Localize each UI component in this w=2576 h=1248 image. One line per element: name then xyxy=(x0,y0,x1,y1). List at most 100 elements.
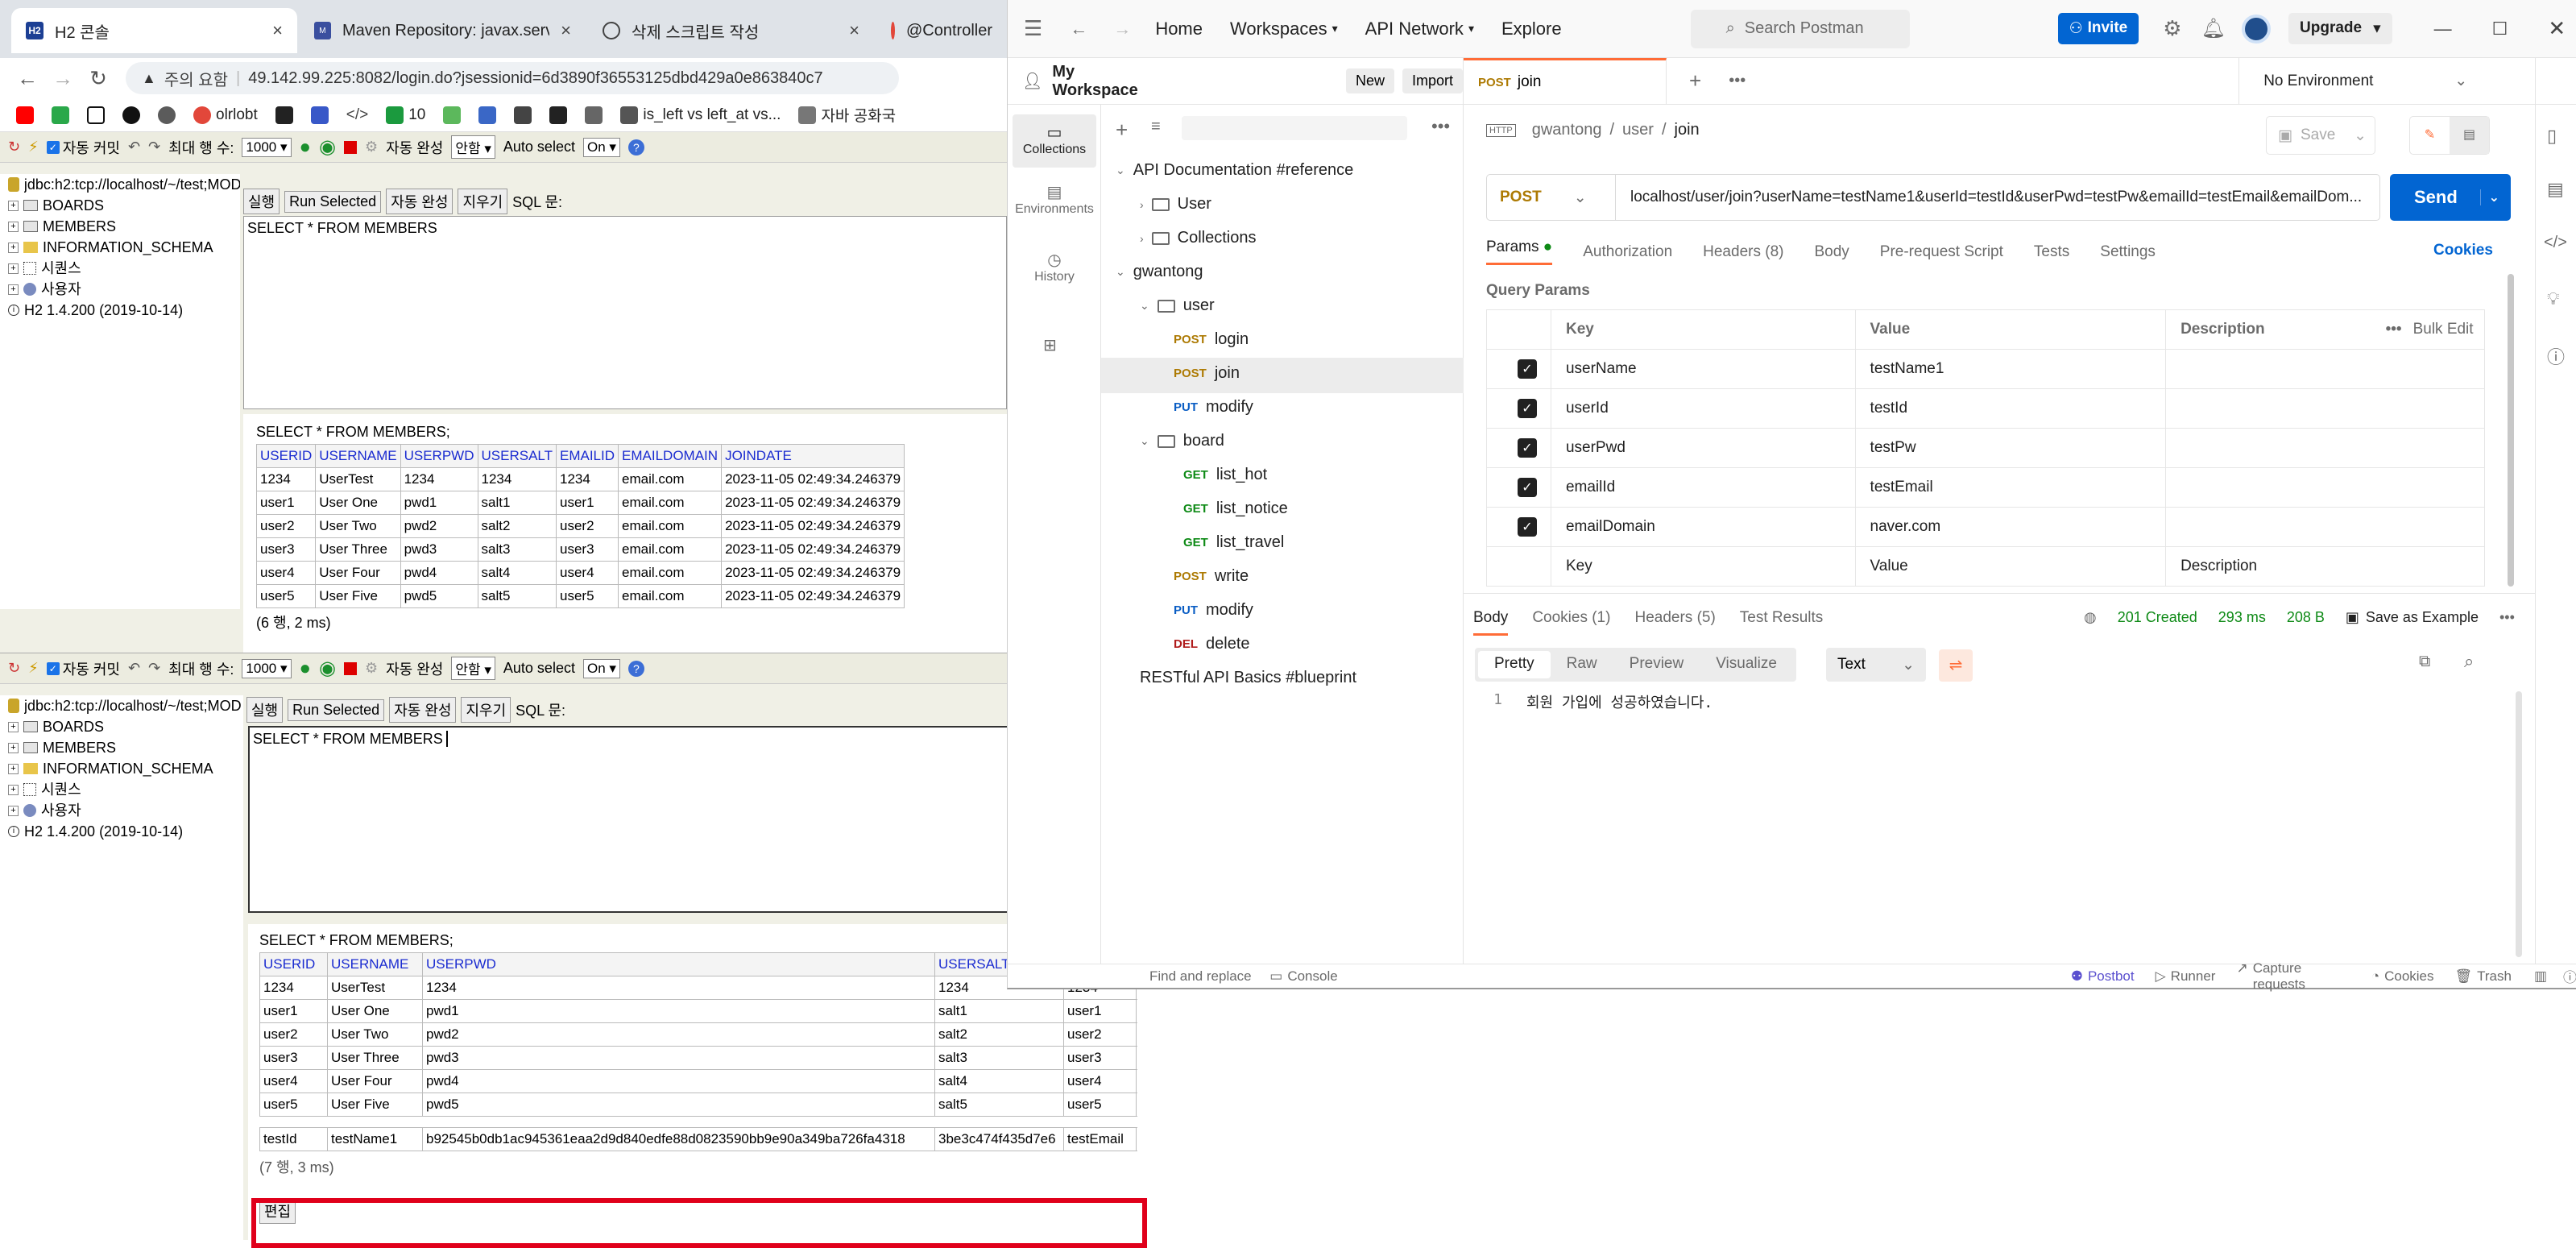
forward-icon[interactable]: → xyxy=(45,66,81,91)
method-select[interactable]: POST ⌄ xyxy=(1487,175,1616,220)
forward-arrow-icon[interactable]: → xyxy=(1113,19,1131,39)
tree-boards[interactable]: + BOARDS xyxy=(8,195,240,216)
param-value[interactable]: testName1 xyxy=(1854,349,2167,389)
tab-settings[interactable]: Settings xyxy=(2100,243,2156,261)
param-key[interactable]: emailDomain xyxy=(1550,507,1856,547)
param-value[interactable]: naver.com xyxy=(1854,507,2167,547)
nav-api-network[interactable]: API Network ▾ xyxy=(1365,19,1474,39)
code-icon[interactable]: </> xyxy=(2544,234,2567,252)
run-button[interactable]: 실행 xyxy=(243,189,280,214)
new-button[interactable]: New xyxy=(1345,68,1394,93)
bookmark-s-icon[interactable] xyxy=(310,106,329,124)
github-icon[interactable] xyxy=(122,106,140,124)
bookmark-dark-icon[interactable] xyxy=(275,106,293,124)
wrap-lines-icon[interactable]: ⇌ xyxy=(1939,649,1973,682)
tab-pre-request[interactable]: Pre-request Script xyxy=(1880,243,2003,261)
bookmark-olrlobt[interactable]: olrlobt xyxy=(193,106,258,124)
autoselect-select[interactable]: On ▾ xyxy=(582,137,620,157)
find-replace-link[interactable]: Find and replace xyxy=(1149,968,1257,985)
params-scrollbar[interactable] xyxy=(2508,274,2514,587)
resp-tab-body[interactable]: Body xyxy=(1473,609,1509,636)
bookmark-green-icon[interactable] xyxy=(52,106,69,124)
runner-link[interactable]: ▷ Runner xyxy=(2156,968,2216,985)
nav-home[interactable]: Home xyxy=(1155,19,1203,39)
jdbc-connection[interactable]: jdbc:h2:tcp://localhost/~/test;MOD xyxy=(8,695,243,716)
tree-list-travel[interactable]: GET list_travel xyxy=(1183,533,1284,552)
rail-history[interactable]: ◷ History xyxy=(1013,250,1096,298)
console-link[interactable]: ▭ Console xyxy=(1269,968,1337,985)
maxrows-select[interactable]: 1000 ▾ xyxy=(242,658,292,678)
tree-modify2[interactable]: PUT modify xyxy=(1174,601,1253,620)
tab-controller[interactable]: @Controller xyxy=(876,8,1007,53)
capture-link[interactable]: ↗ Capture requests xyxy=(2236,960,2350,993)
tab-h2-console[interactable]: H2 H2 콘솔 × xyxy=(11,8,297,53)
resp-tab-test-results[interactable]: Test Results xyxy=(1740,609,1823,636)
resp-tab-headers[interactable]: Headers (5) xyxy=(1634,609,1715,636)
tree-information-schema[interactable]: + INFORMATION_SCHEMA xyxy=(8,237,240,258)
clear-button[interactable]: 지우기 xyxy=(458,189,508,214)
minimize-icon[interactable]: — xyxy=(2434,19,2452,39)
format-select[interactable]: Text ⌄ xyxy=(1826,648,1926,682)
response-size[interactable]: 208 B xyxy=(2287,609,2325,626)
column-header[interactable]: EMAILDOMAIN xyxy=(618,444,723,468)
param-description[interactable] xyxy=(2165,349,2485,389)
connect-icon[interactable]: ⚡ xyxy=(28,139,39,155)
more-icon[interactable]: ••• xyxy=(1431,116,1450,137)
tree-modify[interactable]: PUT modify xyxy=(1174,398,1253,417)
response-time[interactable]: 293 ms xyxy=(2218,609,2266,626)
globe-icon[interactable]: ◍ xyxy=(2084,609,2097,626)
tree-members[interactable]: + MEMBERS xyxy=(8,216,240,237)
param-value[interactable]: testEmail xyxy=(1854,467,2167,508)
tab-params[interactable]: Params ● xyxy=(1486,238,1553,265)
environment-select[interactable]: No Environment ⌄ xyxy=(2238,57,2499,105)
trash-link[interactable]: 🗑︎ Trash xyxy=(2455,968,2512,985)
refresh-icon[interactable]: ↻ xyxy=(8,660,20,677)
column-header[interactable]: USERPWD xyxy=(422,952,935,976)
rail-collections[interactable]: ▭ Collections xyxy=(1013,114,1096,168)
resp-tab-cookies[interactable]: Cookies (1) xyxy=(1532,609,1610,636)
run-selected-icon[interactable]: ◉ xyxy=(319,657,336,680)
param-description[interactable] xyxy=(2165,507,2485,547)
tree-list-notice[interactable]: GET list_notice xyxy=(1183,500,1288,518)
run-selected-icon[interactable]: ◉ xyxy=(319,135,336,159)
add-icon[interactable]: + xyxy=(1116,118,1128,143)
run-selected-button[interactable]: Run Selected xyxy=(284,190,382,213)
new-description-input[interactable]: Description xyxy=(2165,546,2485,587)
documentation-icon[interactable]: ▯ xyxy=(2547,126,2557,147)
param-checkbox[interactable]: ✓ xyxy=(1518,478,1537,497)
tree-user[interactable]: › User xyxy=(1140,195,1211,214)
param-checkbox[interactable]: ✓ xyxy=(1518,359,1537,379)
lightbulb-icon[interactable]: 💡︎ xyxy=(2547,288,2559,309)
tree-collections[interactable]: › Collections xyxy=(1140,229,1257,247)
more-icon[interactable]: ••• xyxy=(2499,609,2515,626)
save-example-button[interactable]: ▣ Save as Example xyxy=(2346,609,2479,626)
rollback-icon[interactable]: ↶ xyxy=(128,660,140,677)
tree-sequences[interactable]: + 시퀀스 xyxy=(8,779,243,800)
tree-sequences[interactable]: + 시퀀스 xyxy=(8,258,240,279)
save-button[interactable]: ▣ Save ⌄ xyxy=(2266,116,2375,155)
import-button[interactable]: Import xyxy=(1402,68,1463,93)
tab-authorization[interactable]: Authorization xyxy=(1583,243,1672,261)
tree-join[interactable]: POST join xyxy=(1174,364,1240,383)
autocommit-toggle[interactable]: ✓ 자동 커밋 xyxy=(46,137,120,158)
bulk-edit-link[interactable]: Bulk Edit xyxy=(2413,321,2474,338)
footer-cookies-link[interactable]: ◔ Cookies xyxy=(2371,968,2434,985)
param-checkbox[interactable]: ✓ xyxy=(1518,438,1537,458)
settings-icon[interactable]: ⚙ xyxy=(2163,16,2181,41)
avatar[interactable] xyxy=(2242,14,2272,44)
param-checkbox[interactable]: ✓ xyxy=(1518,517,1537,537)
autocomplete-button[interactable]: 자동 완성 xyxy=(389,697,457,723)
param-value[interactable]: testPw xyxy=(1854,428,2167,468)
close-icon[interactable]: × xyxy=(272,20,283,41)
tree-information-schema[interactable]: + INFORMATION_SCHEMA xyxy=(8,758,243,779)
column-header[interactable]: USERSALT xyxy=(477,444,557,468)
bookmark-antenna-icon[interactable] xyxy=(478,106,497,124)
tree-delete[interactable]: DEL delete xyxy=(1174,635,1250,653)
tree-users[interactable]: + 사용자 xyxy=(8,800,243,821)
search-input[interactable]: ⌕ Search Postman xyxy=(1690,9,1910,48)
history-icon[interactable]: ⚙ xyxy=(365,139,378,155)
help-icon[interactable]: ⓘ xyxy=(2563,966,2576,986)
tab-headers[interactable]: Headers (8) xyxy=(1703,243,1783,261)
back-arrow-icon[interactable]: ← xyxy=(1070,19,1087,39)
column-header[interactable]: EMAILID xyxy=(555,444,619,468)
